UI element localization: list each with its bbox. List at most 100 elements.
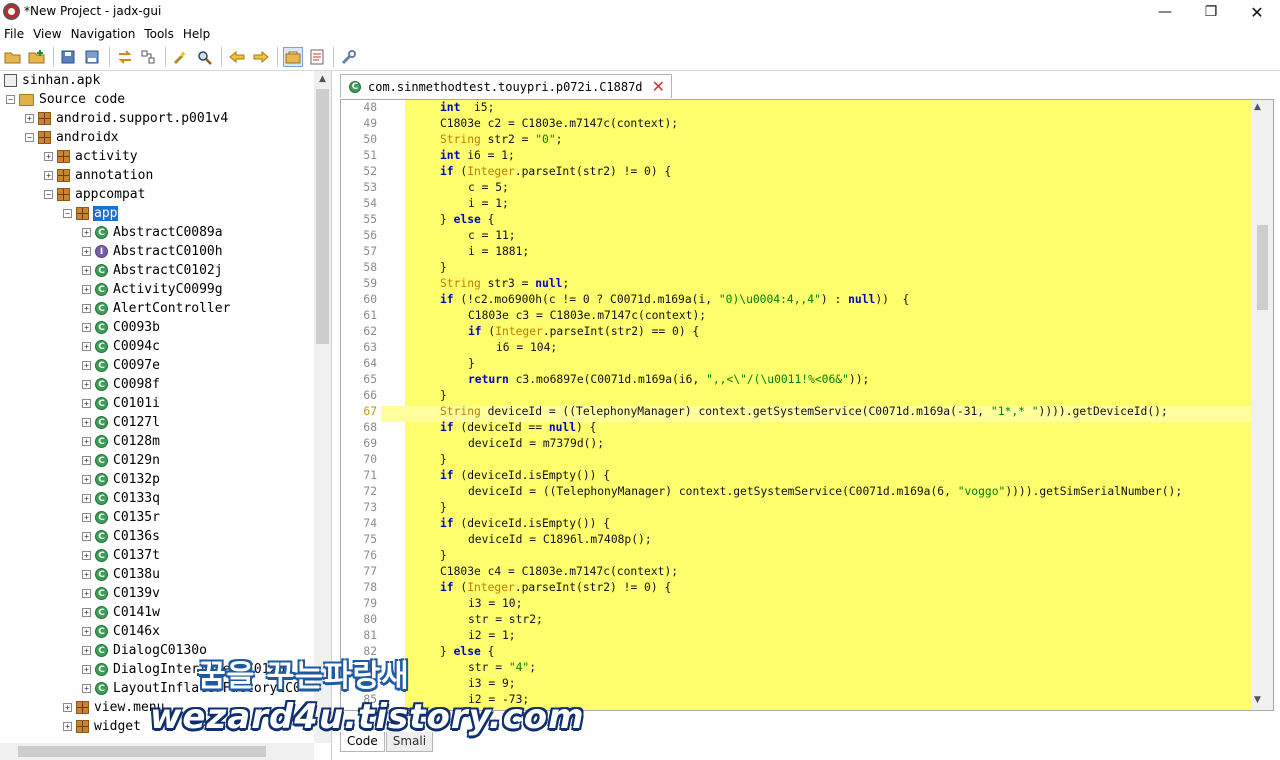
tree-node-package[interactable]: + android.support.p001v4	[25, 109, 229, 128]
menu-view[interactable]: View	[33, 27, 61, 41]
add-files-button[interactable]	[27, 47, 47, 67]
collapse-toggle[interactable]: −	[25, 133, 34, 142]
expand-toggle[interactable]: +	[82, 532, 91, 541]
flatten-packages-button[interactable]	[139, 47, 159, 67]
expand-toggle[interactable]: +	[82, 380, 91, 389]
scrollbar-thumb[interactable]	[316, 89, 329, 344]
menu-navigation[interactable]: Navigation	[71, 27, 136, 41]
tree-node-package[interactable]: − appcompat	[44, 185, 146, 204]
preferences-button[interactable]	[339, 47, 359, 67]
menu-file[interactable]: File	[4, 27, 24, 41]
tree-node-package[interactable]: + widget	[63, 717, 142, 736]
find-text-button[interactable]	[171, 47, 191, 67]
collapse-toggle[interactable]: −	[63, 209, 72, 218]
tree-class-item[interactable]: + C C0098f	[82, 375, 161, 394]
tree-class-item[interactable]: + C C0146x	[82, 622, 161, 641]
editor-tab[interactable]: C com.sinmethodtest.touypri.p072i.C1887d…	[340, 74, 672, 98]
tree-class-item[interactable]: + C C0094c	[82, 337, 161, 356]
menu-help[interactable]: Help	[183, 27, 210, 41]
tree-class-item[interactable]: + C DialogC0130o	[82, 641, 208, 660]
search-class-button[interactable]	[195, 47, 215, 67]
tree-node-package[interactable]: + activity	[44, 147, 139, 166]
tree-node-source-code[interactable]: − Source code	[6, 90, 126, 109]
expand-toggle[interactable]: +	[82, 570, 91, 579]
expand-toggle[interactable]: +	[82, 684, 91, 693]
expand-toggle[interactable]: +	[63, 703, 72, 712]
back-button[interactable]	[227, 47, 247, 67]
close-tab-icon[interactable]: ✕	[652, 77, 665, 96]
scrollbar-thumb[interactable]	[18, 746, 266, 757]
expand-toggle[interactable]: +	[82, 665, 91, 674]
tree-class-item[interactable]: + C C0093b	[82, 318, 161, 337]
tree-class-item[interactable]: + I AbstractC0100h	[82, 242, 224, 261]
expand-toggle[interactable]: +	[44, 152, 53, 161]
scroll-up-arrow-icon[interactable]: ▲	[1254, 102, 1261, 112]
code-vertical-scrollbar[interactable]: ▲ ▼	[1251, 100, 1273, 710]
expand-toggle[interactable]: +	[82, 551, 91, 560]
menu-tools[interactable]: Tools	[144, 27, 174, 41]
tree-class-item[interactable]: + C AbstractC0089a	[82, 223, 224, 242]
expand-toggle[interactable]: +	[82, 228, 91, 237]
deobfuscation-toggle[interactable]	[283, 46, 303, 67]
tree-horizontal-scrollbar[interactable]	[0, 743, 314, 760]
expand-toggle[interactable]: +	[63, 722, 72, 731]
expand-toggle[interactable]: +	[82, 456, 91, 465]
expand-toggle[interactable]: +	[82, 437, 91, 446]
collapse-toggle[interactable]: −	[44, 190, 53, 199]
expand-toggle[interactable]: +	[82, 323, 91, 332]
expand-toggle[interactable]: +	[82, 627, 91, 636]
tree-class-item[interactable]: + C C0135r	[82, 508, 161, 527]
tree-class-item[interactable]: + C C0138u	[82, 565, 161, 584]
expand-toggle[interactable]: +	[82, 304, 91, 313]
scrollbar-thumb[interactable]	[1257, 225, 1268, 310]
expand-toggle[interactable]: +	[82, 494, 91, 503]
tree-class-item[interactable]: + C C0137t	[82, 546, 161, 565]
log-viewer-button[interactable]	[307, 47, 327, 67]
expand-toggle[interactable]: +	[82, 418, 91, 427]
tree-root[interactable]: sinhan.apk	[4, 71, 101, 90]
tree-class-item[interactable]: + C C0141w	[82, 603, 161, 622]
class-icon: C	[95, 264, 108, 277]
expand-toggle[interactable]: +	[82, 285, 91, 294]
save-all-button[interactable]	[59, 47, 79, 67]
tree-class-item[interactable]: + C C0101i	[82, 394, 161, 413]
tree-class-item[interactable]: + C C0128m	[82, 432, 161, 451]
expand-toggle[interactable]: +	[82, 513, 91, 522]
expand-toggle[interactable]: +	[82, 608, 91, 617]
tree-node-package[interactable]: + annotation	[44, 166, 154, 185]
tree-node-package-selected[interactable]: − app	[63, 204, 119, 223]
tree-class-item[interactable]: + C C0129n	[82, 451, 161, 470]
tree-class-item[interactable]: + C C0097e	[82, 356, 161, 375]
expand-toggle[interactable]: +	[82, 247, 91, 256]
tree-vertical-scrollbar[interactable]: ▲	[314, 71, 331, 743]
tree-node-package[interactable]: − androidx	[25, 128, 120, 147]
minimize-button[interactable]: —	[1142, 0, 1188, 24]
forward-button[interactable]	[251, 47, 271, 67]
tree-class-item[interactable]: + C C0136s	[82, 527, 161, 546]
code-view[interactable]: 48 int i5; 49 C1803e c2 = C1803e.m7147c(con…	[340, 99, 1274, 711]
expand-toggle[interactable]: +	[82, 361, 91, 370]
expand-toggle[interactable]: +	[25, 114, 34, 123]
tree-class-item[interactable]: + C C0133q	[82, 489, 161, 508]
open-file-button[interactable]	[3, 47, 23, 67]
expand-toggle[interactable]: +	[44, 171, 53, 180]
expand-toggle[interactable]: +	[82, 475, 91, 484]
close-window-button[interactable]: ✕	[1234, 0, 1280, 24]
expand-toggle[interactable]: +	[82, 399, 91, 408]
scroll-down-arrow-icon[interactable]: ▼	[1254, 695, 1261, 705]
export-gradle-button[interactable]	[83, 47, 103, 67]
expand-toggle[interactable]: +	[82, 266, 91, 275]
expand-toggle[interactable]: +	[82, 646, 91, 655]
tree-class-item[interactable]: + C AbstractC0102j	[82, 261, 224, 280]
scroll-up-arrow-icon[interactable]: ▲	[314, 71, 331, 88]
tree-class-item[interactable]: + C C0127l	[82, 413, 161, 432]
sync-tree-button[interactable]	[115, 47, 135, 67]
collapse-toggle[interactable]: −	[6, 95, 15, 104]
tree-class-item[interactable]: + C C0139v	[82, 584, 161, 603]
tree-class-item[interactable]: + C AlertController	[82, 299, 231, 318]
expand-toggle[interactable]: +	[82, 342, 91, 351]
maximize-button[interactable]: ❐	[1188, 0, 1234, 24]
tree-class-item[interactable]: + C ActivityC0099g	[82, 280, 224, 299]
expand-toggle[interactable]: +	[82, 589, 91, 598]
tree-class-item[interactable]: + C C0132p	[82, 470, 161, 489]
